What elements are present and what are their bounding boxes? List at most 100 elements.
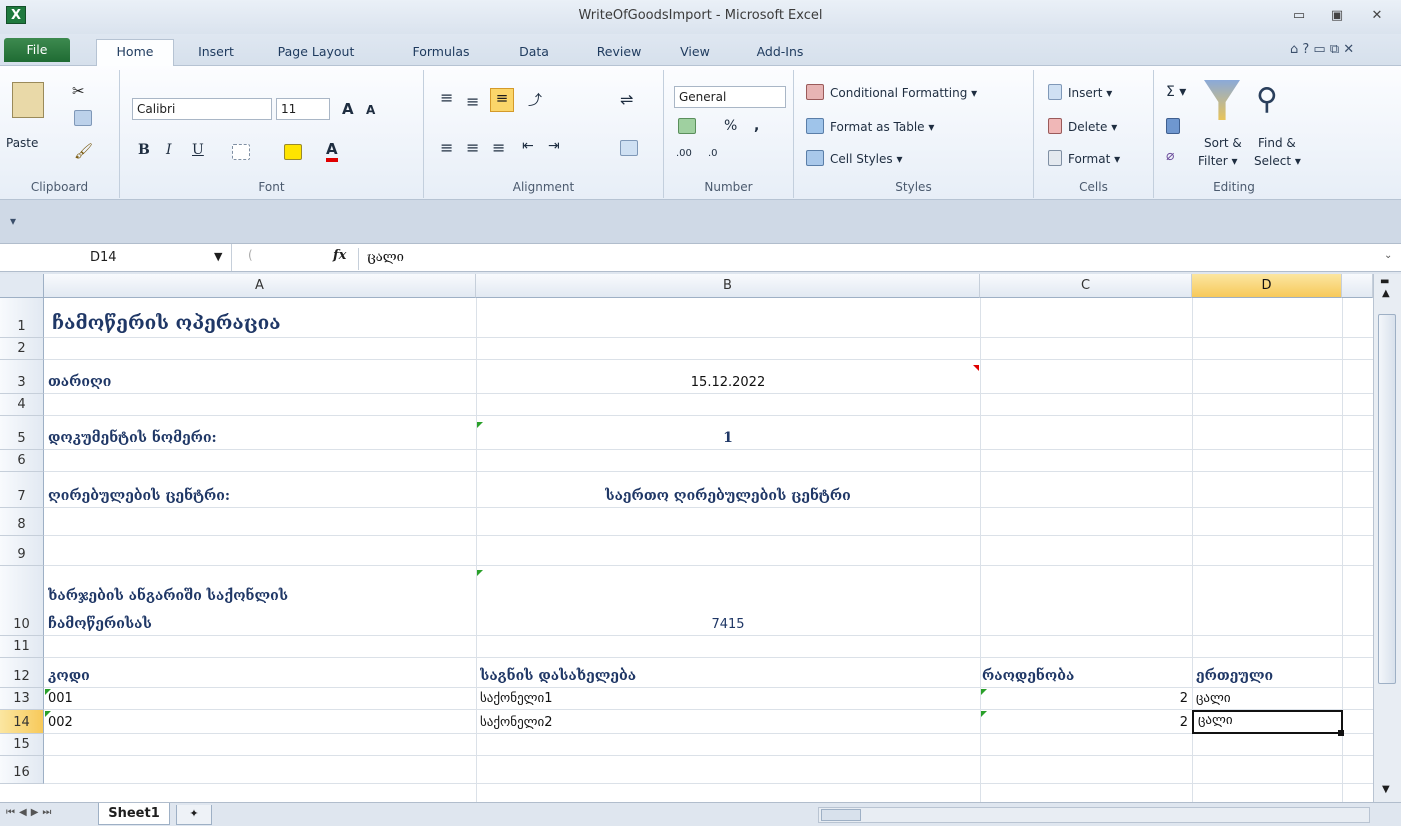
align-right-icon[interactable]: ≡	[492, 138, 505, 157]
formula-input[interactable]: ცალი	[358, 248, 1378, 270]
tab-add-ins[interactable]: Add-Ins	[740, 40, 820, 66]
cell-a1[interactable]: ჩამოწერის ოპერაცია	[52, 298, 281, 338]
cell-b3[interactable]: 15.12.2022	[476, 360, 980, 394]
align-middle-icon[interactable]: ≡	[466, 92, 479, 111]
cell-b7[interactable]: საერთო ღირებულების ცენტრი	[476, 472, 980, 508]
row-header-2[interactable]: 2	[0, 338, 44, 360]
column-header-e[interactable]	[1342, 274, 1373, 298]
column-header-c[interactable]: C	[980, 274, 1192, 298]
find-select-label-2[interactable]: Select ▾	[1254, 154, 1301, 168]
delete-cells-icon[interactable]	[1048, 118, 1062, 134]
format-painter-icon[interactable]: 🖌	[74, 142, 93, 160]
fill-color-icon[interactable]	[284, 144, 302, 160]
borders-icon[interactable]	[232, 144, 250, 160]
select-all-corner[interactable]	[0, 274, 44, 298]
horizontal-scroll-thumb[interactable]	[821, 809, 861, 821]
accounting-format-icon[interactable]	[678, 118, 696, 134]
align-bottom-icon[interactable]: ≡	[490, 88, 514, 112]
customize-dropdown-icon[interactable]: ▾	[10, 214, 16, 228]
font-size-select[interactable]: 11	[276, 98, 330, 120]
tab-page-layout[interactable]: Page Layout	[256, 40, 376, 66]
cell-a10-line2[interactable]: ჩამოწერისას	[48, 602, 152, 636]
sort-filter-label-1[interactable]: Sort &	[1204, 136, 1242, 150]
tab-file[interactable]: File	[4, 38, 70, 62]
delete-cells-button[interactable]: Delete ▾	[1068, 120, 1117, 134]
cell-b10[interactable]: 7415	[476, 566, 980, 636]
cell-b12[interactable]: საგნის დასახელება	[480, 658, 636, 688]
cell-d14-selected[interactable]: ცალი	[1192, 710, 1343, 734]
cell-a3[interactable]: თარიღი	[48, 360, 111, 394]
row-header-12[interactable]: 12	[0, 658, 44, 688]
tab-review[interactable]: Review	[582, 40, 656, 66]
cut-icon[interactable]: ✂	[72, 82, 85, 100]
cell-c13[interactable]: 2	[980, 688, 1188, 710]
cell-styles-button[interactable]: Cell Styles ▾	[830, 152, 902, 166]
wrap-text-icon[interactable]: ⇌	[620, 90, 633, 109]
minimize-button[interactable]: ▭	[1284, 6, 1314, 26]
vertical-scrollbar[interactable]: ▬ ▲ ▼	[1373, 274, 1401, 802]
autosum-button[interactable]: Σ ▾	[1166, 84, 1186, 100]
cell-d12[interactable]: ერთეული	[1196, 658, 1273, 688]
align-left-icon[interactable]: ≡	[440, 138, 453, 157]
row-header-4[interactable]: 4	[0, 394, 44, 416]
shrink-font-button[interactable]: A	[366, 103, 375, 117]
copy-icon[interactable]	[74, 110, 92, 126]
format-as-table-button[interactable]: Format as Table ▾	[830, 120, 934, 134]
tab-insert[interactable]: Insert	[186, 40, 246, 66]
decrease-indent-icon[interactable]: ⇤	[522, 138, 534, 154]
italic-button[interactable]: I	[166, 142, 172, 158]
fill-handle[interactable]	[1338, 730, 1344, 736]
binoculars-icon[interactable]: ⚲	[1256, 82, 1278, 117]
format-cells-button[interactable]: Format ▾	[1068, 152, 1120, 166]
row-header-13[interactable]: 13	[0, 688, 44, 710]
cell-a7[interactable]: ღირებულების ცენტრი:	[48, 472, 230, 508]
orientation-icon[interactable]: ⤴	[528, 90, 542, 110]
row-header-9[interactable]: 9	[0, 536, 44, 566]
vertical-scroll-thumb[interactable]	[1378, 314, 1396, 684]
cell-styles-icon[interactable]	[806, 150, 824, 166]
sort-filter-icon[interactable]	[1204, 80, 1240, 120]
cell-c12[interactable]: რაოდენობა	[982, 658, 1074, 688]
clear-icon[interactable]: ⌀	[1166, 148, 1174, 164]
font-name-select[interactable]: Calibri	[132, 98, 272, 120]
fill-icon[interactable]	[1166, 118, 1180, 134]
row-header-11[interactable]: 11	[0, 636, 44, 658]
sheet-nav-icons[interactable]: ⏮◀▶⏭	[6, 807, 55, 818]
row-header-6[interactable]: 6	[0, 450, 44, 472]
format-cells-icon[interactable]	[1048, 150, 1062, 166]
cell-a14[interactable]: 002	[48, 710, 73, 734]
increase-indent-icon[interactable]: ⇥	[548, 138, 560, 154]
help-controls[interactable]: ⌂ ? ▭ ⧉ ✕	[1290, 42, 1398, 62]
tab-formulas[interactable]: Formulas	[396, 40, 486, 66]
split-box-icon[interactable]: ▬	[1380, 276, 1389, 287]
number-format-select[interactable]: General	[674, 86, 786, 108]
find-select-label-1[interactable]: Find &	[1258, 136, 1296, 150]
sheet-tab-sheet1[interactable]: Sheet1	[98, 803, 170, 825]
insert-sheet-icon[interactable]: ✦	[176, 805, 212, 825]
row-header-5[interactable]: 5	[0, 416, 44, 450]
comma-button[interactable]: ,	[754, 118, 759, 134]
format-as-table-icon[interactable]	[806, 118, 824, 134]
increase-decimal-button[interactable]: .00	[676, 148, 692, 159]
close-button[interactable]: ✕	[1362, 6, 1392, 26]
name-box-dropdown-icon[interactable]: ▼	[214, 250, 222, 263]
cell-b13[interactable]: საქონელი1	[480, 688, 553, 710]
cell-a5[interactable]: დოკუმენტის ნომერი:	[48, 416, 217, 450]
name-box[interactable]: D14	[0, 244, 232, 271]
conditional-formatting-icon[interactable]	[806, 84, 824, 100]
horizontal-scrollbar[interactable]	[818, 807, 1370, 823]
cell-d13[interactable]: ცალი	[1196, 688, 1231, 710]
column-header-d[interactable]: D	[1192, 274, 1342, 298]
cell-a12[interactable]: კოდი	[48, 658, 90, 688]
row-header-16[interactable]: 16	[0, 756, 44, 784]
paste-button[interactable]: Paste	[6, 136, 38, 150]
scroll-down-icon[interactable]: ▼	[1382, 784, 1390, 795]
row-header-3[interactable]: 3	[0, 360, 44, 394]
row-header-14[interactable]: 14	[0, 710, 44, 734]
cell-b5[interactable]: 1	[476, 416, 980, 450]
paste-icon[interactable]	[12, 82, 44, 118]
cell-b14[interactable]: საქონელი2	[480, 710, 553, 734]
cell-a13[interactable]: 001	[48, 688, 73, 710]
grow-font-button[interactable]: A	[342, 100, 354, 118]
bold-button[interactable]: B	[138, 142, 150, 158]
